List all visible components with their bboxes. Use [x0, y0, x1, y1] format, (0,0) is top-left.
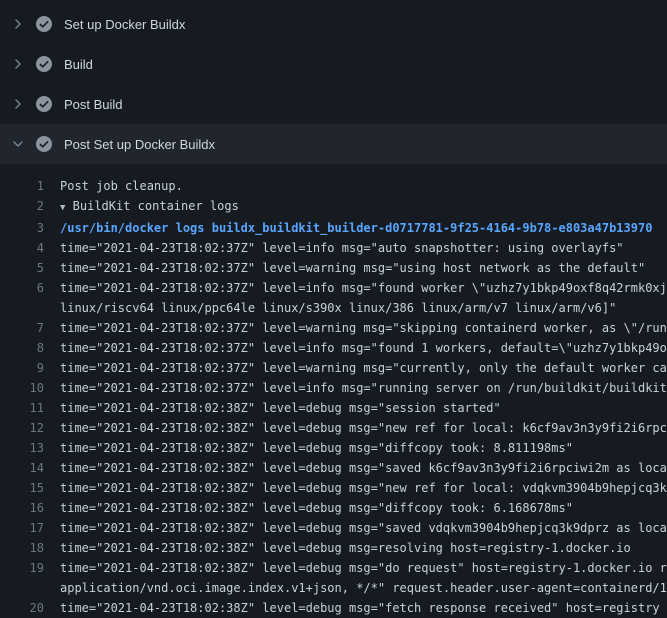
group-title: BuildKit container logs: [73, 199, 239, 213]
line-number[interactable]: 12: [0, 418, 60, 438]
line-number[interactable]: 18: [0, 538, 60, 558]
step-label: Set up Docker Buildx: [64, 17, 185, 32]
line-text: time="2021-04-23T18:02:37Z" level=info m…: [60, 278, 667, 298]
line-number[interactable]: 3: [0, 218, 60, 238]
log-row: 8time="2021-04-23T18:02:37Z" level=info …: [0, 338, 667, 358]
log-row: 20time="2021-04-23T18:02:38Z" level=debu…: [0, 598, 667, 618]
check-circle-icon: [36, 136, 52, 152]
log-row: application/vnd.oci.image.index.v1+json,…: [0, 578, 667, 598]
line-number[interactable]: 6: [0, 278, 60, 298]
line-text: time="2021-04-23T18:02:38Z" level=debug …: [60, 458, 667, 478]
line-number[interactable]: 19: [0, 558, 60, 578]
step-list: Set up Docker Buildx Build Post Build Post …: [0, 0, 667, 164]
line-number[interactable]: 16: [0, 498, 60, 518]
line-text: time="2021-04-23T18:02:37Z" level=info m…: [60, 238, 667, 258]
step-header[interactable]: Post Build: [0, 84, 667, 124]
chevron-right-icon: [10, 96, 26, 112]
log-row: 17time="2021-04-23T18:02:38Z" level=debu…: [0, 518, 667, 538]
line-text: time="2021-04-23T18:02:37Z" level=warnin…: [60, 358, 667, 378]
log-row: 2▼ BuildKit container logs: [0, 196, 667, 218]
step-header[interactable]: Build: [0, 44, 667, 84]
log-row: 18time="2021-04-23T18:02:38Z" level=debu…: [0, 538, 667, 558]
step-header[interactable]: Post Set up Docker Buildx: [0, 124, 667, 164]
log-row: 13time="2021-04-23T18:02:38Z" level=debu…: [0, 438, 667, 458]
step-label: Post Set up Docker Buildx: [64, 137, 215, 152]
line-text: time="2021-04-23T18:02:37Z" level=info m…: [60, 378, 667, 398]
line-number[interactable]: 11: [0, 398, 60, 418]
log-row: 15time="2021-04-23T18:02:38Z" level=debu…: [0, 478, 667, 498]
step-label: Build: [64, 57, 93, 72]
chevron-right-icon: [10, 16, 26, 32]
line-number[interactable]: 4: [0, 238, 60, 258]
log-row: 5time="2021-04-23T18:02:37Z" level=warni…: [0, 258, 667, 278]
line-number[interactable]: 14: [0, 458, 60, 478]
log-row: 12time="2021-04-23T18:02:38Z" level=debu…: [0, 418, 667, 438]
log-row: 3/usr/bin/docker logs buildx_buildkit_bu…: [0, 218, 667, 238]
line-text: ▼ BuildKit container logs: [60, 196, 667, 218]
chevron-right-icon: [10, 56, 26, 72]
line-text: time="2021-04-23T18:02:37Z" level=info m…: [60, 338, 667, 358]
line-number[interactable]: 20: [0, 598, 60, 618]
line-text: time="2021-04-23T18:02:38Z" level=debug …: [60, 478, 667, 498]
line-text: linux/riscv64 linux/ppc64le linux/s390x …: [60, 298, 667, 318]
line-number[interactable]: 9: [0, 358, 60, 378]
line-number[interactable]: 10: [0, 378, 60, 398]
collapse-triangle-icon[interactable]: ▼: [60, 203, 65, 213]
log-row: linux/riscv64 linux/ppc64le linux/s390x …: [0, 298, 667, 318]
line-text: time="2021-04-23T18:02:38Z" level=debug …: [60, 538, 667, 558]
check-circle-icon: [36, 96, 52, 112]
command-text: /usr/bin/docker logs buildx_buildkit_bui…: [60, 218, 667, 238]
line-text: time="2021-04-23T18:02:38Z" level=debug …: [60, 498, 667, 518]
line-number[interactable]: 7: [0, 318, 60, 338]
step-header[interactable]: Set up Docker Buildx: [0, 4, 667, 44]
line-number[interactable]: 13: [0, 438, 60, 458]
line-number[interactable]: 1: [0, 176, 60, 196]
log-row: 6time="2021-04-23T18:02:37Z" level=info …: [0, 278, 667, 298]
log-row: 4time="2021-04-23T18:02:37Z" level=info …: [0, 238, 667, 258]
log-row: 11time="2021-04-23T18:02:38Z" level=debu…: [0, 398, 667, 418]
line-number[interactable]: 17: [0, 518, 60, 538]
log-lines: 1Post job cleanup.2▼ BuildKit container …: [0, 164, 667, 618]
step-label: Post Build: [64, 97, 123, 112]
log-row: 7time="2021-04-23T18:02:37Z" level=warni…: [0, 318, 667, 338]
line-text: time="2021-04-23T18:02:38Z" level=debug …: [60, 558, 667, 578]
line-text: time="2021-04-23T18:02:37Z" level=warnin…: [60, 258, 667, 278]
line-text: time="2021-04-23T18:02:38Z" level=debug …: [60, 398, 667, 418]
line-number[interactable]: [0, 298, 60, 318]
line-text: time="2021-04-23T18:02:38Z" level=debug …: [60, 518, 667, 538]
line-number[interactable]: [0, 578, 60, 598]
line-number[interactable]: 5: [0, 258, 60, 278]
chevron-down-icon: [10, 136, 26, 152]
line-text: time="2021-04-23T18:02:37Z" level=warnin…: [60, 318, 667, 338]
line-text: time="2021-04-23T18:02:38Z" level=debug …: [60, 418, 667, 438]
line-number[interactable]: 15: [0, 478, 60, 498]
log-row: 1Post job cleanup.: [0, 176, 667, 196]
line-text: application/vnd.oci.image.index.v1+json,…: [60, 578, 667, 598]
log-row: 19time="2021-04-23T18:02:38Z" level=debu…: [0, 558, 667, 578]
check-circle-icon: [36, 56, 52, 72]
check-circle-icon: [36, 16, 52, 32]
log-row: 10time="2021-04-23T18:02:37Z" level=info…: [0, 378, 667, 398]
line-text: Post job cleanup.: [60, 176, 667, 196]
log-row: 16time="2021-04-23T18:02:38Z" level=debu…: [0, 498, 667, 518]
line-text: time="2021-04-23T18:02:38Z" level=debug …: [60, 598, 667, 618]
line-text: time="2021-04-23T18:02:38Z" level=debug …: [60, 438, 667, 458]
line-number[interactable]: 2: [0, 196, 60, 218]
log-row: 9time="2021-04-23T18:02:37Z" level=warni…: [0, 358, 667, 378]
line-number[interactable]: 8: [0, 338, 60, 358]
log-row: 14time="2021-04-23T18:02:38Z" level=debu…: [0, 458, 667, 478]
